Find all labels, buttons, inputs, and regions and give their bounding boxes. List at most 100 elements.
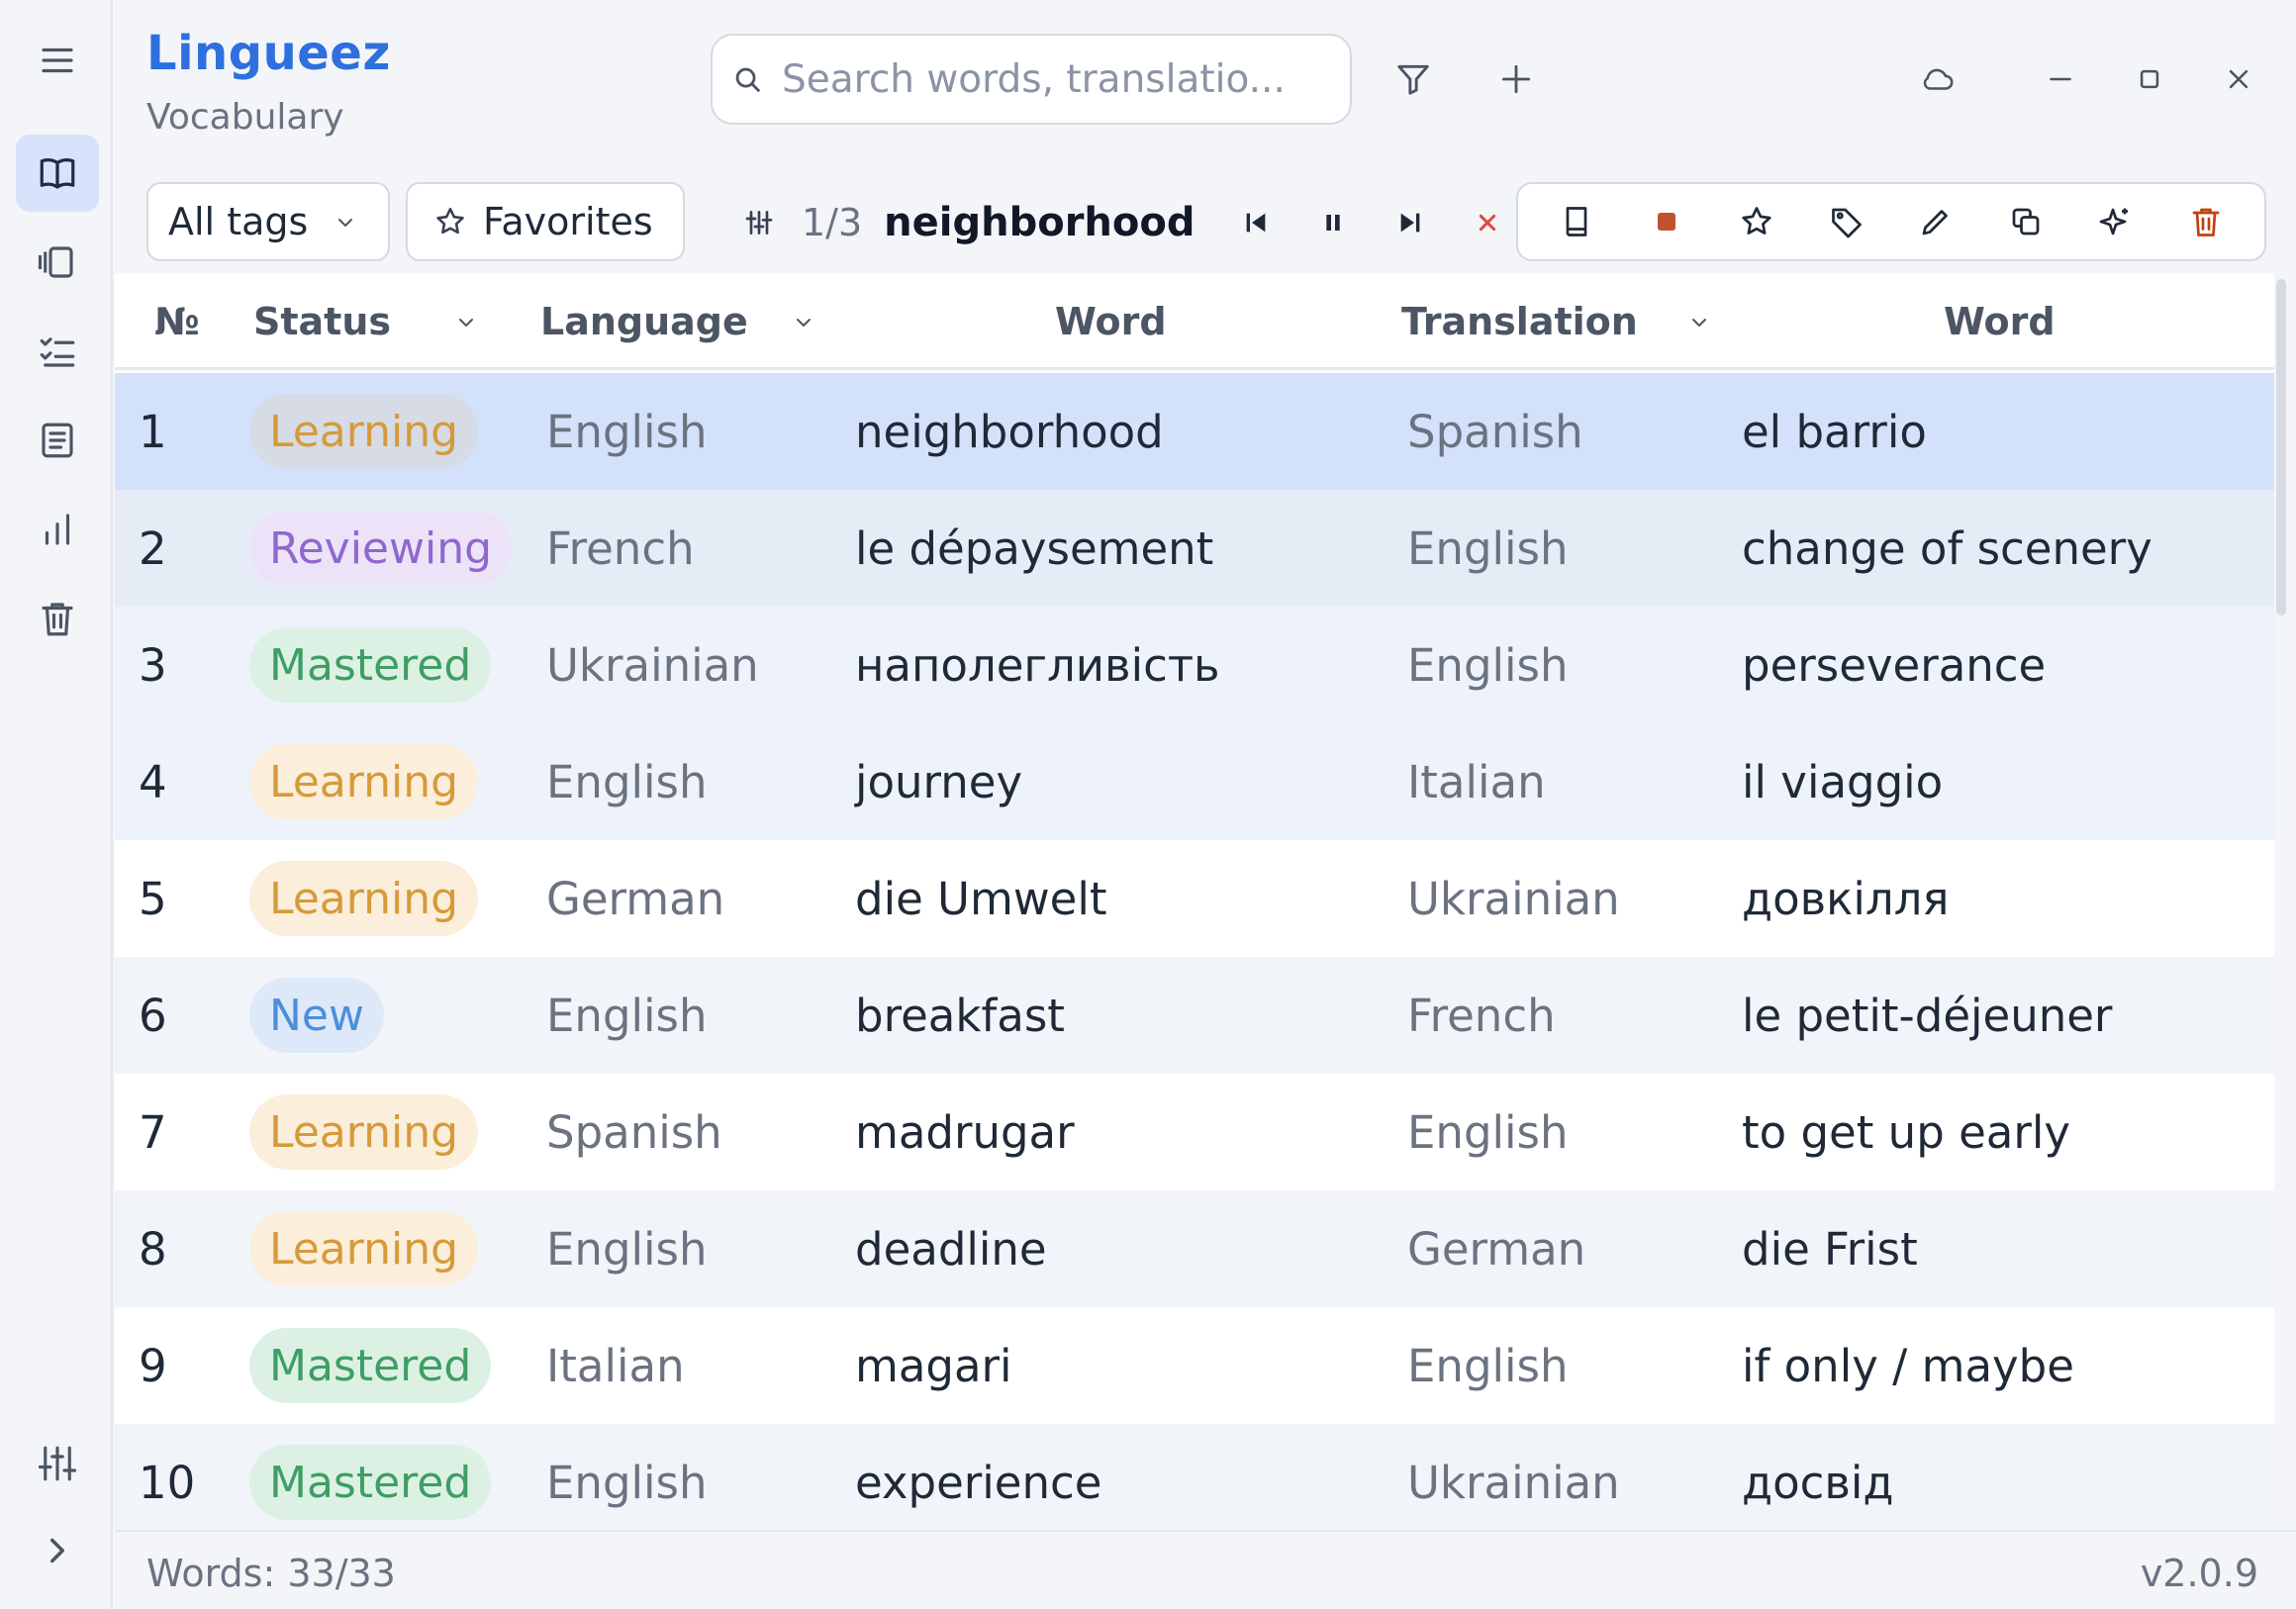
column-header-language[interactable]: Language xyxy=(540,273,815,370)
column-header-translation-word[interactable]: Word xyxy=(1944,273,2056,370)
translation-language: English xyxy=(1407,1105,1569,1159)
translation-language: German xyxy=(1407,1222,1586,1276)
table-row[interactable]: 9 Mastered Italian magari English if only / m… xyxy=(115,1307,2274,1424)
words-count: Words: 33/33 xyxy=(146,1552,396,1595)
column-header-number[interactable]: № xyxy=(154,273,200,370)
chevron-right-icon xyxy=(50,1538,64,1563)
window-close-button[interactable] xyxy=(2209,49,2268,109)
close-icon xyxy=(1479,214,1495,232)
status-badge: Mastered xyxy=(249,1445,492,1520)
pause-button[interactable] xyxy=(1298,188,1368,257)
stop-playback-button[interactable] xyxy=(1453,188,1522,257)
translation: to get up early xyxy=(1742,1105,2070,1159)
source-language: English xyxy=(546,1222,708,1276)
pause-icon xyxy=(1325,215,1340,231)
sync-button[interactable] xyxy=(1908,49,1967,109)
status-cell: Learning xyxy=(249,1190,479,1307)
previous-button[interactable] xyxy=(1221,188,1291,257)
table-row[interactable]: 1 Learning English neighborhood Spanish el ba… xyxy=(115,373,2274,490)
table-row[interactable]: 7 Learning Spanish madrugar English to get up… xyxy=(115,1074,2274,1190)
checklist-icon xyxy=(40,337,75,367)
table-row[interactable]: 3 Mastered Ukrainian наполегливість English p… xyxy=(115,607,2274,723)
filter-button[interactable] xyxy=(1384,49,1443,109)
table-row[interactable]: 5 Learning German die Umwelt Ukrainian довкіл… xyxy=(115,840,2274,957)
table-scrollbar[interactable] xyxy=(2276,279,2286,615)
row-number: 8 xyxy=(139,1222,167,1276)
search-input[interactable] xyxy=(782,56,1316,102)
stop-button[interactable] xyxy=(1632,187,1701,256)
translation-language: English xyxy=(1407,1339,1569,1392)
status-cell: Learning xyxy=(249,373,479,490)
table-row[interactable]: 6 New English breakfast French le petit-déjeu… xyxy=(115,957,2274,1074)
nav-flashcards[interactable] xyxy=(16,224,99,301)
trash-icon xyxy=(42,603,73,636)
word: deadline xyxy=(855,1222,1047,1276)
nav-quiz[interactable] xyxy=(16,313,99,390)
chevron-down-icon xyxy=(1687,300,1711,343)
ai-assist-button[interactable] xyxy=(2081,187,2151,256)
menu-button[interactable] xyxy=(16,22,99,99)
status-cell: Learning xyxy=(249,723,479,840)
nav-texts[interactable] xyxy=(16,402,99,479)
source-language: Spanish xyxy=(546,1105,722,1159)
close-icon xyxy=(2229,69,2248,89)
row-number: 4 xyxy=(139,755,167,808)
translation: die Frist xyxy=(1742,1222,1918,1276)
maximize-button[interactable] xyxy=(2120,49,2179,109)
sliders-icon xyxy=(38,1446,77,1481)
settings-button[interactable] xyxy=(16,1425,99,1502)
table-row[interactable]: 8 Learning English deadline German die Frist xyxy=(115,1190,2274,1307)
translation-language: Ukrainian xyxy=(1407,1456,1620,1509)
tag-button[interactable] xyxy=(1812,187,1881,256)
minimize-button[interactable] xyxy=(2031,49,2090,109)
table-row[interactable]: 10 Mastered English experience Ukrainian досв… xyxy=(115,1424,2274,1530)
tags-select-label: All tags xyxy=(168,200,309,243)
source-language: English xyxy=(546,405,708,458)
column-header-word[interactable]: Word xyxy=(1055,273,1167,370)
nav-vocabulary[interactable] xyxy=(16,135,99,212)
book-icon xyxy=(40,158,75,189)
word: neighborhood xyxy=(855,405,1164,458)
search-icon xyxy=(713,62,782,96)
source-language: English xyxy=(546,755,708,808)
row-actions-toolbar xyxy=(1516,182,2266,261)
book-icon xyxy=(1567,207,1587,237)
row-number: 10 xyxy=(139,1456,196,1509)
delete-button[interactable] xyxy=(2171,187,2241,256)
word: journey xyxy=(855,755,1023,808)
translation-language: English xyxy=(1407,521,1569,575)
edit-button[interactable] xyxy=(1901,187,1970,256)
translation: довкілля xyxy=(1742,872,1950,925)
copy-button[interactable] xyxy=(1991,187,2060,256)
table-row[interactable]: 4 Learning English journey Italian il viaggio xyxy=(115,723,2274,840)
open-card-button[interactable] xyxy=(1542,187,1611,256)
translation-language: French xyxy=(1407,989,1556,1042)
add-word-button[interactable] xyxy=(1486,49,1546,109)
chevron-down-icon xyxy=(454,300,478,343)
column-header-translation[interactable]: Translation xyxy=(1401,273,1711,370)
column-header-translation-label: Translation xyxy=(1401,300,1638,343)
search-box[interactable] xyxy=(711,34,1352,125)
translation: досвід xyxy=(1742,1456,1894,1509)
app-title: Lingueez xyxy=(146,26,391,81)
stop-icon xyxy=(1658,213,1676,231)
favorite-button[interactable] xyxy=(1722,187,1791,256)
translation: el barrio xyxy=(1742,405,1927,458)
translation-language: English xyxy=(1407,638,1569,692)
favorites-button[interactable]: Favorites xyxy=(406,182,685,261)
status-cell: Reviewing xyxy=(249,490,513,607)
sparkle-icon xyxy=(2099,208,2128,236)
next-button[interactable] xyxy=(1376,188,1445,257)
column-header-status-label: Status xyxy=(253,300,392,343)
cards-icon xyxy=(38,246,73,278)
tags-select[interactable]: All tags xyxy=(146,182,390,261)
nav-trash[interactable] xyxy=(16,580,99,657)
row-number: 6 xyxy=(139,989,167,1042)
status-badge: Learning xyxy=(249,744,479,819)
expand-sidebar-button[interactable] xyxy=(16,1512,99,1589)
playback-settings-button[interactable] xyxy=(734,188,784,257)
table-row[interactable]: 2 Reviewing French le dépaysement English cha… xyxy=(115,490,2274,607)
word: die Umwelt xyxy=(855,872,1107,925)
nav-statistics[interactable] xyxy=(16,491,99,568)
column-header-status[interactable]: Status xyxy=(253,273,478,370)
